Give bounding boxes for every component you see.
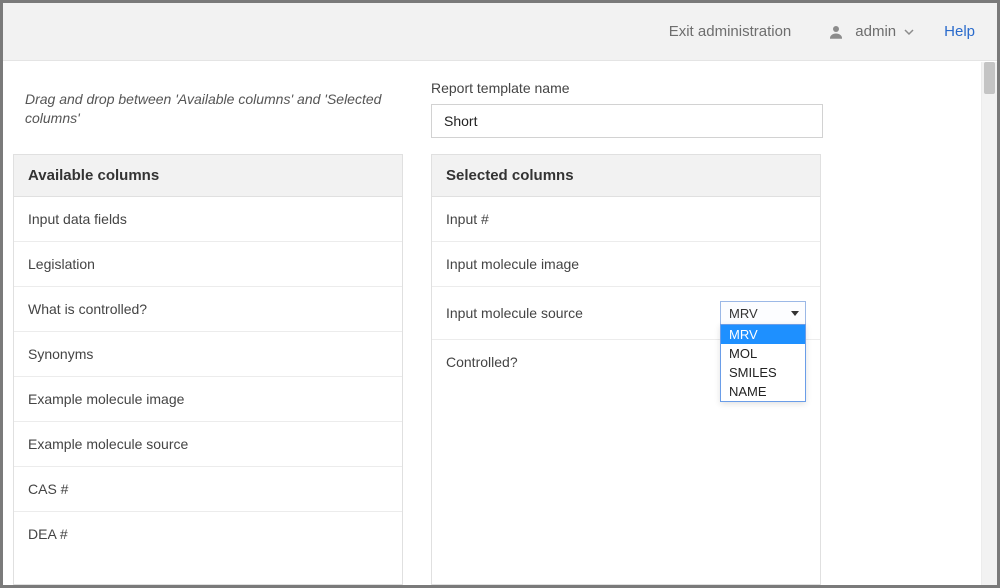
content-area: Drag and drop between 'Available columns… [3, 62, 981, 585]
format-select-option[interactable]: MOL [721, 344, 805, 363]
format-select-option[interactable]: MRV [721, 325, 805, 344]
list-item[interactable]: Synonyms [14, 332, 402, 377]
available-columns-panel: Available columns Input data fields Legis… [13, 154, 403, 585]
user-label: admin [855, 23, 896, 40]
list-item-label: Example molecule source [28, 436, 388, 452]
report-name-block: Report template name [431, 80, 823, 138]
available-columns-list: Input data fields Legislation What is cont… [14, 197, 402, 556]
help-link[interactable]: Help [944, 23, 975, 40]
list-item[interactable]: Input molecule image [432, 242, 820, 287]
list-item[interactable]: Example molecule image [14, 377, 402, 422]
format-select-option[interactable]: SMILES [721, 363, 805, 382]
list-item[interactable]: Input # [432, 197, 820, 242]
list-item-label: Legislation [28, 256, 388, 272]
chevron-down-icon [904, 27, 914, 37]
vertical-scrollbar[interactable] [981, 62, 997, 585]
list-item-label: Input data fields [28, 211, 388, 227]
user-menu[interactable]: admin [827, 23, 914, 41]
list-item[interactable]: Example molecule source [14, 422, 402, 467]
exit-administration-link[interactable]: Exit administration [669, 23, 792, 40]
scrollbar-thumb[interactable] [984, 62, 995, 94]
selected-columns-header: Selected columns [432, 155, 820, 197]
list-item-label: Input molecule source [446, 305, 720, 321]
list-item-label: Synonyms [28, 346, 388, 362]
report-name-input[interactable] [431, 104, 823, 138]
app-window: Exit administration admin Help Drag and … [0, 0, 1000, 588]
list-item[interactable]: CAS # [14, 467, 402, 512]
columns-panels: Available columns Input data fields Legis… [13, 154, 971, 585]
list-item[interactable]: What is controlled? [14, 287, 402, 332]
list-item[interactable]: Input molecule sourceMRVMRVMOLSMILESNAME [432, 287, 820, 340]
list-item-label: Example molecule image [28, 391, 388, 407]
list-item-label: DEA # [28, 526, 388, 542]
person-icon [827, 23, 845, 41]
format-select-wrap: MRVMRVMOLSMILESNAME [720, 301, 806, 325]
list-item[interactable]: Legislation [14, 242, 402, 287]
chevron-down-icon [791, 311, 799, 316]
report-name-label: Report template name [431, 80, 823, 96]
drag-drop-hint: Drag and drop between 'Available columns… [3, 80, 405, 140]
available-columns-header: Available columns [14, 155, 402, 197]
selected-columns-list: Input # Input molecule image Input molecul… [432, 197, 820, 384]
selected-columns-panel: Selected columns Input # Input molecule i… [431, 154, 821, 585]
list-item[interactable]: DEA # [14, 512, 402, 556]
format-select-option[interactable]: NAME [721, 382, 805, 401]
list-item-label: Input molecule image [446, 256, 806, 272]
format-select[interactable]: MRV [720, 301, 806, 325]
list-item-label: Input # [446, 211, 806, 227]
list-item-label: CAS # [28, 481, 388, 497]
top-bar: Exit administration admin Help [3, 3, 997, 61]
format-select-dropdown: MRVMOLSMILESNAME [720, 324, 806, 402]
list-item[interactable]: Input data fields [14, 197, 402, 242]
list-item-label: What is controlled? [28, 301, 388, 317]
format-select-value: MRV [729, 306, 758, 321]
